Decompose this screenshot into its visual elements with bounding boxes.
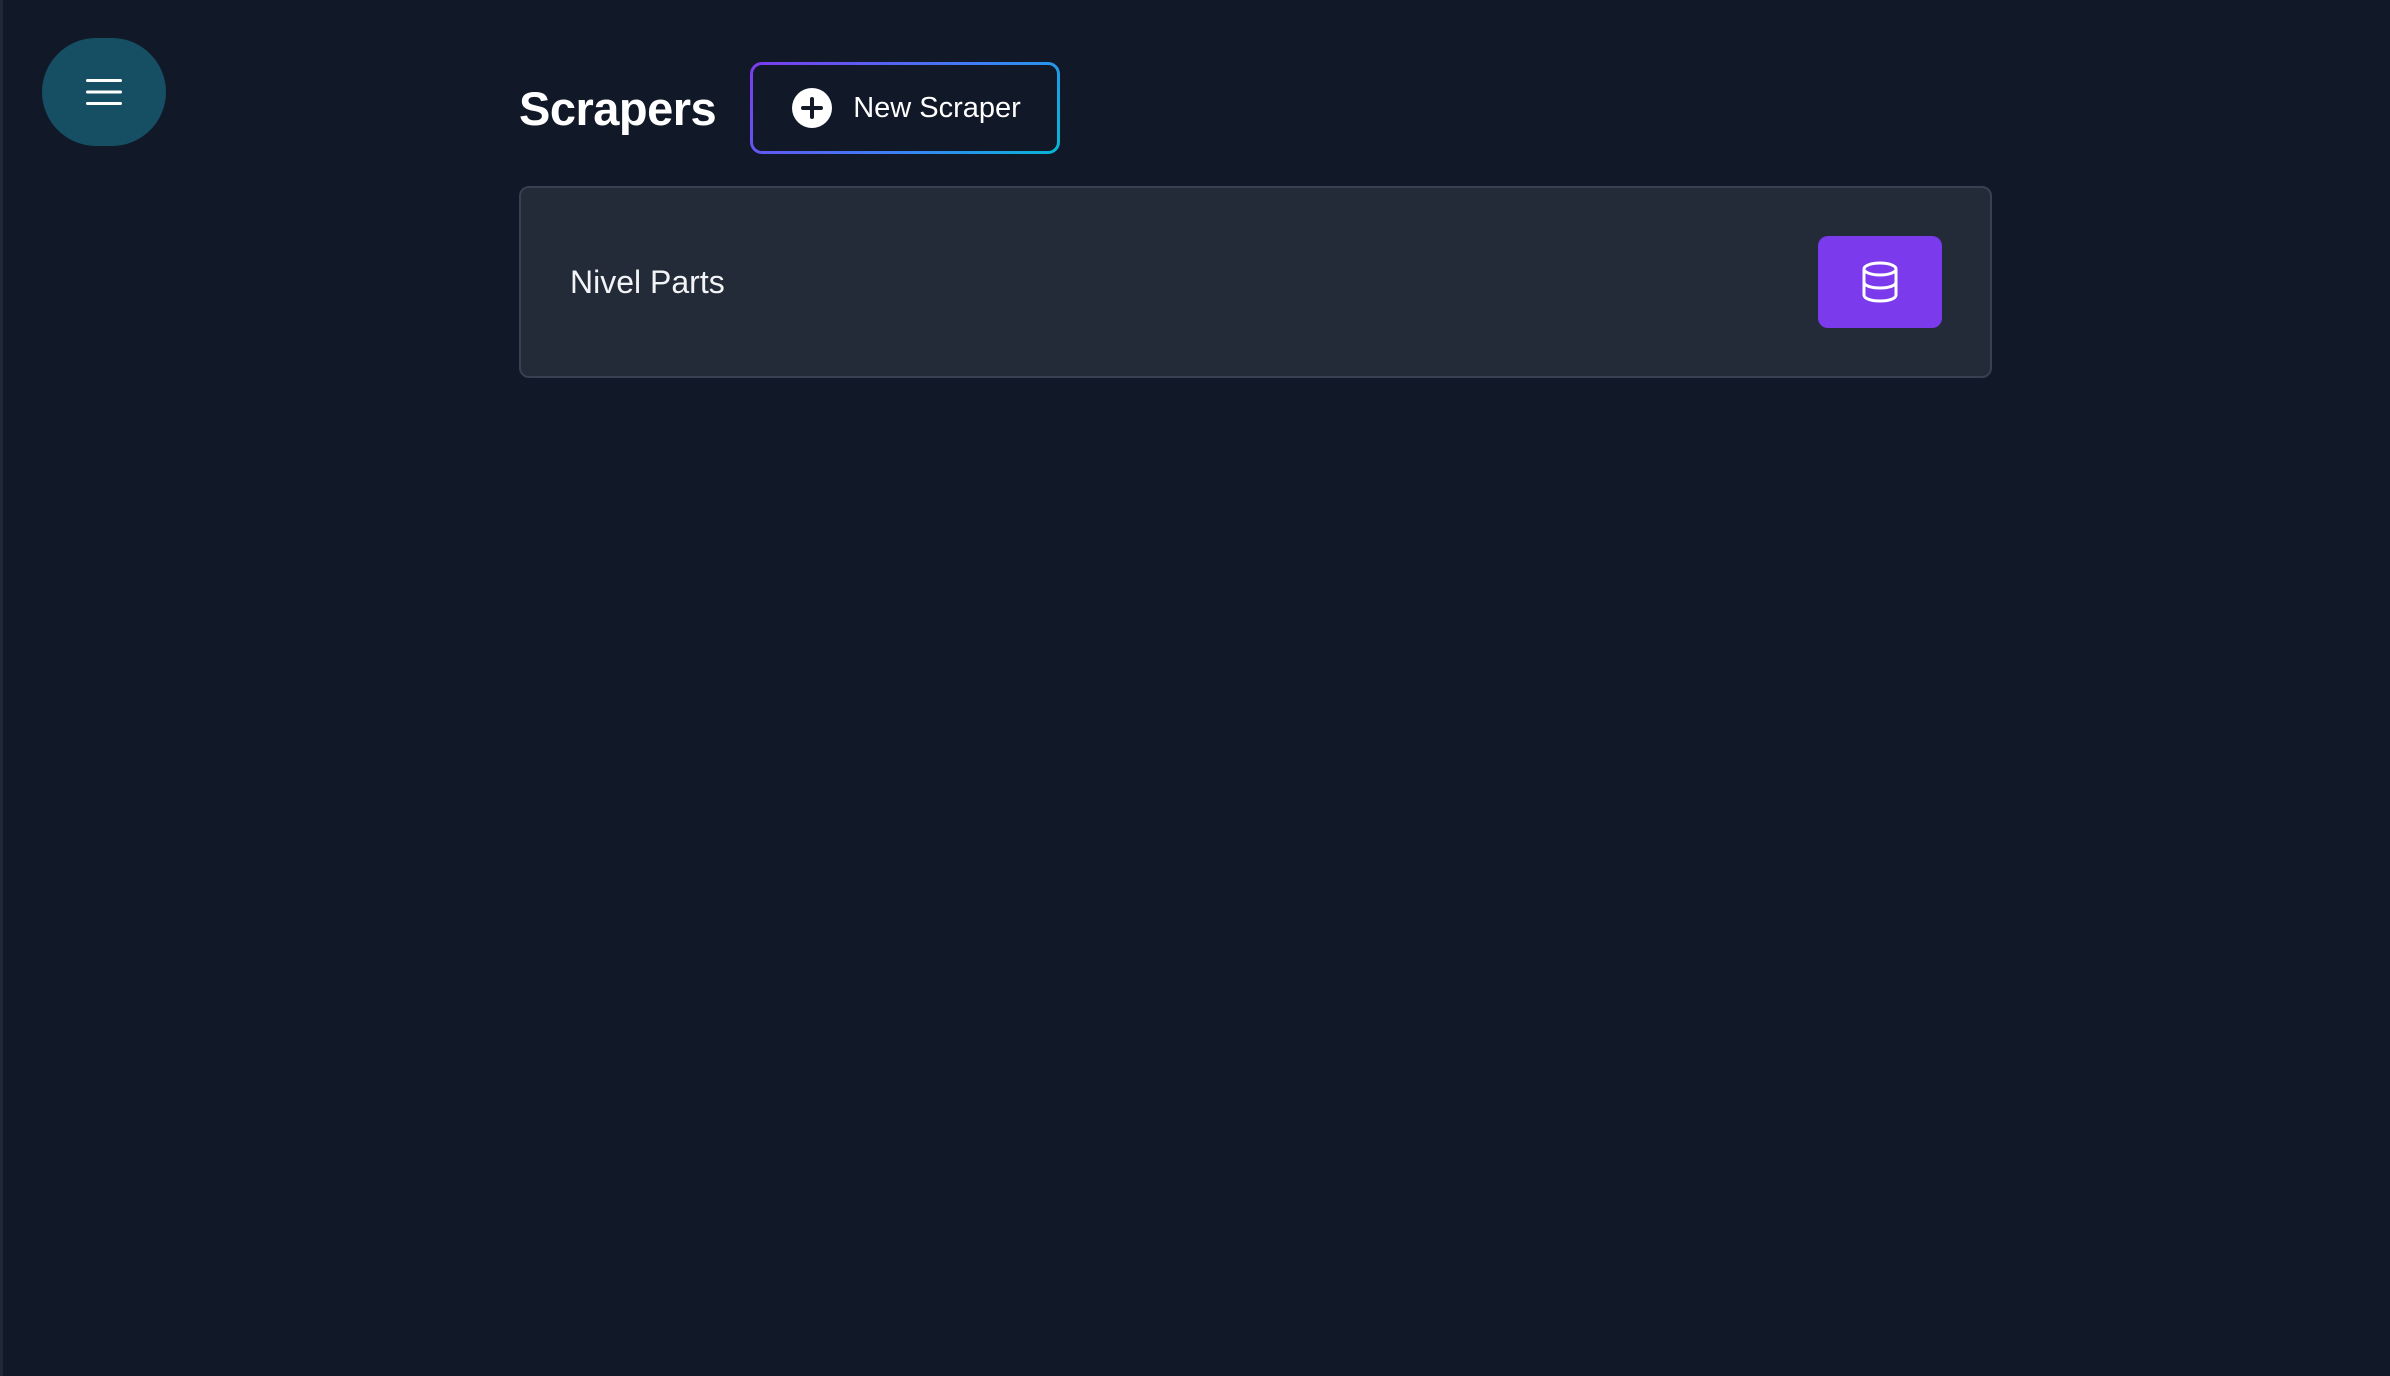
page-title: Scrapers <box>519 81 717 135</box>
new-scraper-label: New Scraper <box>853 91 1021 124</box>
scraper-name: Nivel Parts <box>570 263 725 300</box>
new-scraper-button-inner[interactable]: New Scraper <box>753 65 1058 151</box>
scraper-data-button[interactable] <box>1818 236 1942 328</box>
menu-button[interactable] <box>42 38 166 146</box>
page-header: Scrapers New Scraper <box>519 62 1061 154</box>
plus-circle-icon <box>792 88 833 128</box>
app-page: Scrapers New Scraper Nivel Parts <box>0 0 2390 1376</box>
window-edge <box>0 0 3 1376</box>
hamburger-menu-icon <box>86 79 122 105</box>
database-icon <box>1862 261 1898 303</box>
new-scraper-button[interactable]: New Scraper <box>750 62 1061 154</box>
scraper-card[interactable]: Nivel Parts <box>519 186 1992 378</box>
